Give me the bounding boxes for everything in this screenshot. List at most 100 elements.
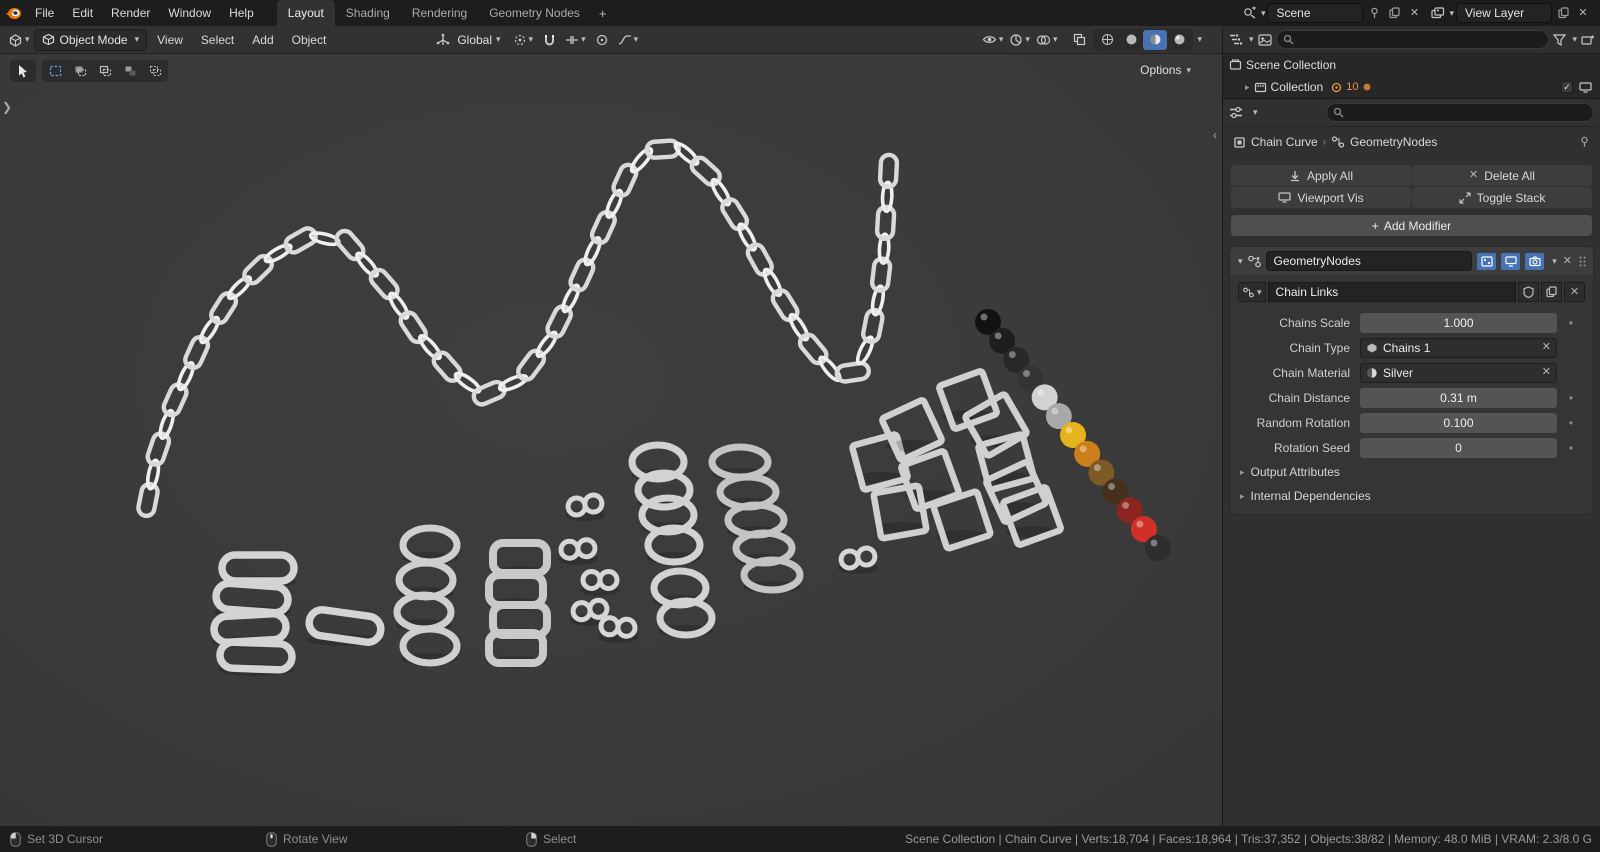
- unlink-node-group-button[interactable]: ✕: [1564, 282, 1585, 302]
- snap-target-icon[interactable]: ▾: [563, 29, 588, 51]
- sidebar-expand-arrow[interactable]: ‹: [1213, 128, 1217, 142]
- unlink-scene-button[interactable]: ✕: [1405, 3, 1423, 23]
- filter-chevron[interactable]: ▾: [1572, 35, 1577, 44]
- chain-type-field[interactable]: Chains 1 ✕: [1360, 337, 1557, 358]
- falloff-curve-icon[interactable]: ▾: [616, 29, 641, 51]
- tab-geometry-nodes[interactable]: Geometry Nodes: [478, 0, 591, 26]
- tab-shading[interactable]: Shading: [335, 0, 401, 26]
- outliner-editor-type-icon[interactable]: [1229, 33, 1243, 46]
- orientation-label[interactable]: Global: [457, 33, 492, 47]
- shading-rendered-icon[interactable]: [1167, 30, 1191, 50]
- new-scene-icon[interactable]: [1385, 3, 1403, 23]
- toolbar-expand-arrow[interactable]: ❯: [2, 100, 12, 114]
- viewport-canvas[interactable]: [0, 54, 1222, 826]
- pin-id-icon[interactable]: [1579, 136, 1590, 148]
- scene-dropdown-chevron[interactable]: ▾: [1261, 8, 1266, 18]
- view-layer-name-field[interactable]: View Layer: [1456, 3, 1552, 23]
- outliner-display-icon[interactable]: [1257, 33, 1272, 46]
- modifier-collapse-chevron[interactable]: ▾: [1238, 256, 1243, 266]
- viewport-menu-add[interactable]: Add: [244, 29, 281, 51]
- outliner-mode-chevron[interactable]: ▾: [1249, 35, 1254, 44]
- scene-icon[interactable]: [1243, 6, 1257, 20]
- tab-rendering[interactable]: Rendering: [401, 0, 478, 26]
- remove-view-layer-button[interactable]: ✕: [1574, 3, 1592, 23]
- section-output-attributes[interactable]: ▸ Output Attributes: [1238, 460, 1585, 484]
- section-internal-dependencies[interactable]: ▸ Internal Dependencies: [1238, 484, 1585, 508]
- shading-material-icon[interactable]: [1143, 29, 1168, 50]
- menu-window[interactable]: Window: [159, 0, 220, 26]
- fake-user-shield-button[interactable]: [1518, 282, 1539, 302]
- random-rotation-field[interactable]: 0.100: [1360, 412, 1557, 433]
- view-layer-icon[interactable]: [1431, 6, 1445, 20]
- duplicate-node-group-button[interactable]: [1541, 282, 1562, 302]
- properties-editor-chevron[interactable]: ▾: [1253, 108, 1258, 117]
- chain-type-clear-button[interactable]: ✕: [1542, 342, 1551, 353]
- viewport-vis-button[interactable]: Viewport Vis: [1231, 187, 1411, 208]
- new-view-layer-icon[interactable]: [1554, 3, 1572, 23]
- proportional-editing-icon[interactable]: [590, 29, 614, 51]
- random-rotation-animate-dot[interactable]: •: [1557, 416, 1585, 430]
- select-mode-new-icon[interactable]: [43, 61, 67, 81]
- viewport-menu-select[interactable]: Select: [193, 29, 242, 51]
- pivot-point-icon[interactable]: ▾: [511, 29, 536, 51]
- mode-select-dropdown[interactable]: Object Mode ▾: [33, 28, 148, 51]
- breadcrumb-object[interactable]: Chain Curve: [1251, 135, 1318, 149]
- snapping-magnet-icon[interactable]: [537, 29, 561, 51]
- collection-expand-icon[interactable]: ▸: [1245, 82, 1250, 93]
- chain-material-field[interactable]: Silver ✕: [1360, 362, 1557, 383]
- select-mode-intersect-icon[interactable]: [143, 61, 167, 81]
- properties-editor-type-icon[interactable]: [1229, 106, 1243, 119]
- modifier-extras-chevron[interactable]: ▾: [1552, 256, 1557, 266]
- node-group-browse-button[interactable]: ▾: [1238, 282, 1266, 302]
- chains-scale-animate-dot[interactable]: •: [1557, 316, 1585, 330]
- modifier-panel-header[interactable]: ▾ GeometryNodes ▾ ✕: [1230, 247, 1593, 275]
- shading-wireframe-icon[interactable]: [1095, 30, 1119, 50]
- modifier-name-field[interactable]: GeometryNodes: [1265, 251, 1473, 271]
- menu-file[interactable]: File: [26, 0, 63, 26]
- overlays-icon[interactable]: ▾: [1034, 29, 1060, 51]
- pin-scene-icon[interactable]: [1365, 3, 1383, 23]
- collection-viewport-visibility-icon[interactable]: [1579, 81, 1592, 93]
- chains-scale-field[interactable]: 1.000: [1360, 312, 1557, 333]
- view-layer-dropdown-chevron[interactable]: ▾: [1449, 8, 1454, 18]
- transform-orientation-icon[interactable]: [431, 29, 455, 51]
- edit-mode-display-toggle[interactable]: [1477, 252, 1497, 270]
- breadcrumb-modifier[interactable]: GeometryNodes: [1350, 135, 1437, 149]
- outliner-search-input[interactable]: [1275, 30, 1550, 49]
- visibility-icon[interactable]: ▾: [980, 29, 1006, 51]
- shading-solid-icon[interactable]: [1119, 30, 1143, 50]
- active-tool-cursor-icon[interactable]: [10, 60, 36, 82]
- menu-render[interactable]: Render: [102, 0, 159, 26]
- orientation-chevron[interactable]: ▾: [496, 35, 501, 44]
- select-mode-invert-icon[interactable]: [118, 61, 142, 81]
- filter-funnel-icon[interactable]: [1553, 33, 1567, 46]
- select-mode-subtract-icon[interactable]: [93, 61, 117, 81]
- new-collection-icon[interactable]: [1581, 34, 1594, 46]
- blender-logo-icon[interactable]: [0, 6, 26, 20]
- chain-distance-animate-dot[interactable]: •: [1557, 391, 1585, 405]
- chain-distance-field[interactable]: 0.31 m: [1360, 387, 1557, 408]
- properties-search-input[interactable]: [1325, 103, 1594, 122]
- gizmo-icon[interactable]: ▾: [1007, 29, 1032, 51]
- outliner-row-scene-collection[interactable]: Scene Collection: [1223, 54, 1600, 76]
- rotation-seed-animate-dot[interactable]: •: [1557, 441, 1585, 455]
- viewport-menu-object[interactable]: Object: [284, 29, 335, 51]
- modifier-drag-grip-icon[interactable]: [1578, 255, 1587, 268]
- rotation-seed-field[interactable]: 0: [1360, 437, 1557, 458]
- modifier-delete-button[interactable]: ✕: [1563, 255, 1572, 267]
- scene-name-field[interactable]: Scene: [1267, 3, 1364, 23]
- render-display-toggle[interactable]: [1525, 252, 1545, 270]
- menu-help[interactable]: Help: [220, 0, 263, 26]
- menu-edit[interactable]: Edit: [63, 0, 102, 26]
- editor-type-icon[interactable]: ▾: [6, 29, 32, 51]
- toggle-stack-button[interactable]: Toggle Stack: [1412, 187, 1592, 208]
- apply-all-button[interactable]: Apply All: [1231, 165, 1411, 186]
- add-modifier-button[interactable]: + Add Modifier: [1231, 215, 1592, 236]
- tab-layout[interactable]: Layout: [276, 0, 335, 26]
- shading-dropdown-chevron[interactable]: ▾: [1197, 35, 1202, 44]
- chain-material-clear-button[interactable]: ✕: [1542, 367, 1551, 378]
- node-group-name-field[interactable]: Chain Links: [1267, 282, 1516, 302]
- select-mode-extend-icon[interactable]: [68, 61, 92, 81]
- outliner-row-collection[interactable]: ▸ Collection 10 ✓: [1223, 76, 1600, 98]
- realtime-display-toggle[interactable]: [1501, 252, 1521, 270]
